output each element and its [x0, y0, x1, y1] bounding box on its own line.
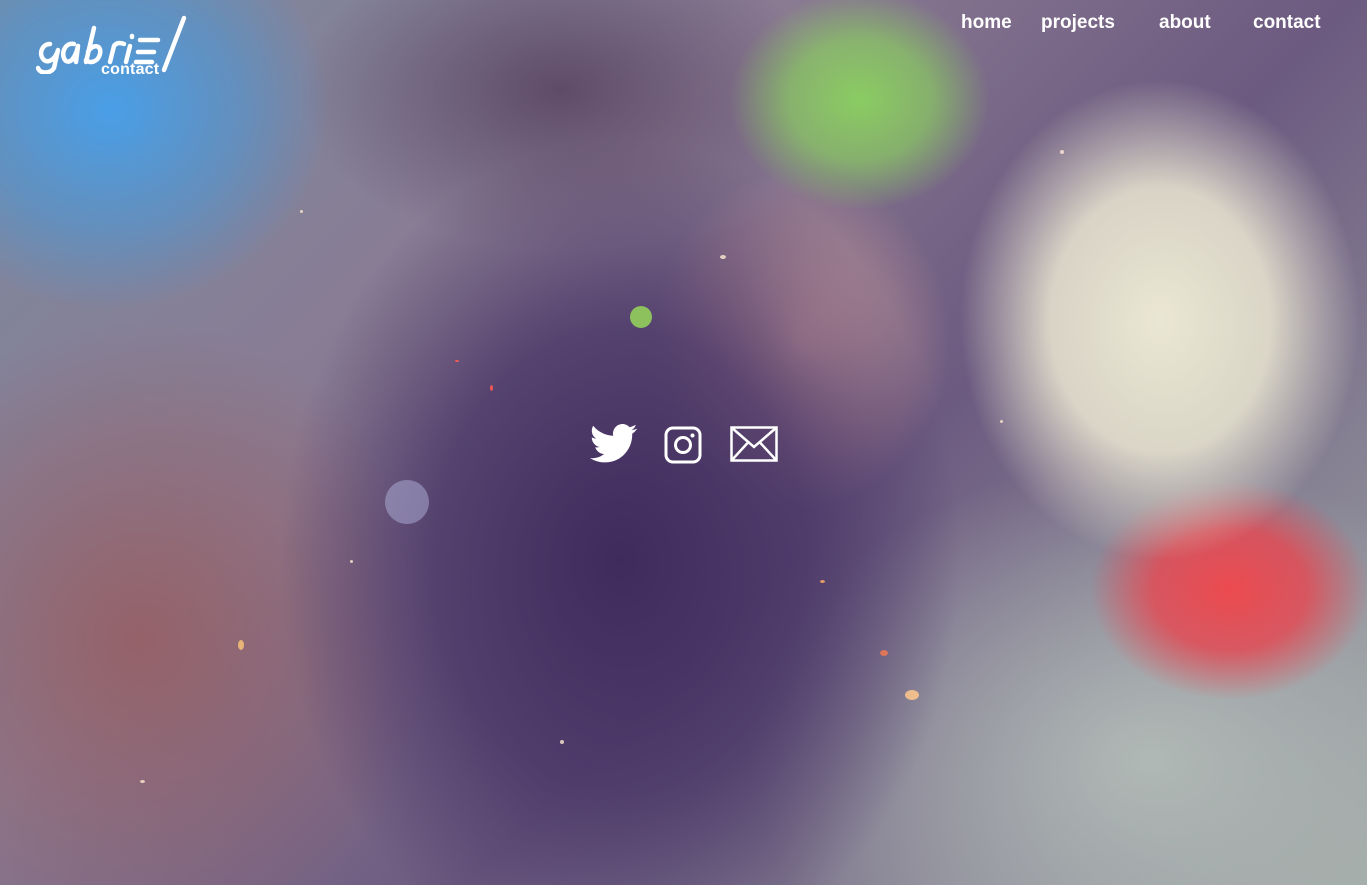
mail-icon [730, 426, 778, 462]
instagram-link[interactable] [664, 426, 702, 469]
nav-link-home[interactable]: home [961, 12, 1012, 34]
twitter-icon [590, 424, 638, 463]
logo-subtitle: contact [101, 61, 160, 78]
main-nav: home projects about contact [0, 12, 1367, 36]
nav-link-about[interactable]: about [1159, 12, 1211, 34]
twitter-link[interactable] [590, 424, 638, 469]
mail-link[interactable] [730, 426, 778, 467]
nav-link-projects[interactable]: projects [1041, 12, 1115, 34]
nav-link-contact[interactable]: contact [1253, 12, 1321, 34]
page-background: contact home projects about contact [0, 0, 1367, 885]
instagram-icon [664, 426, 702, 464]
social-links [590, 424, 782, 466]
